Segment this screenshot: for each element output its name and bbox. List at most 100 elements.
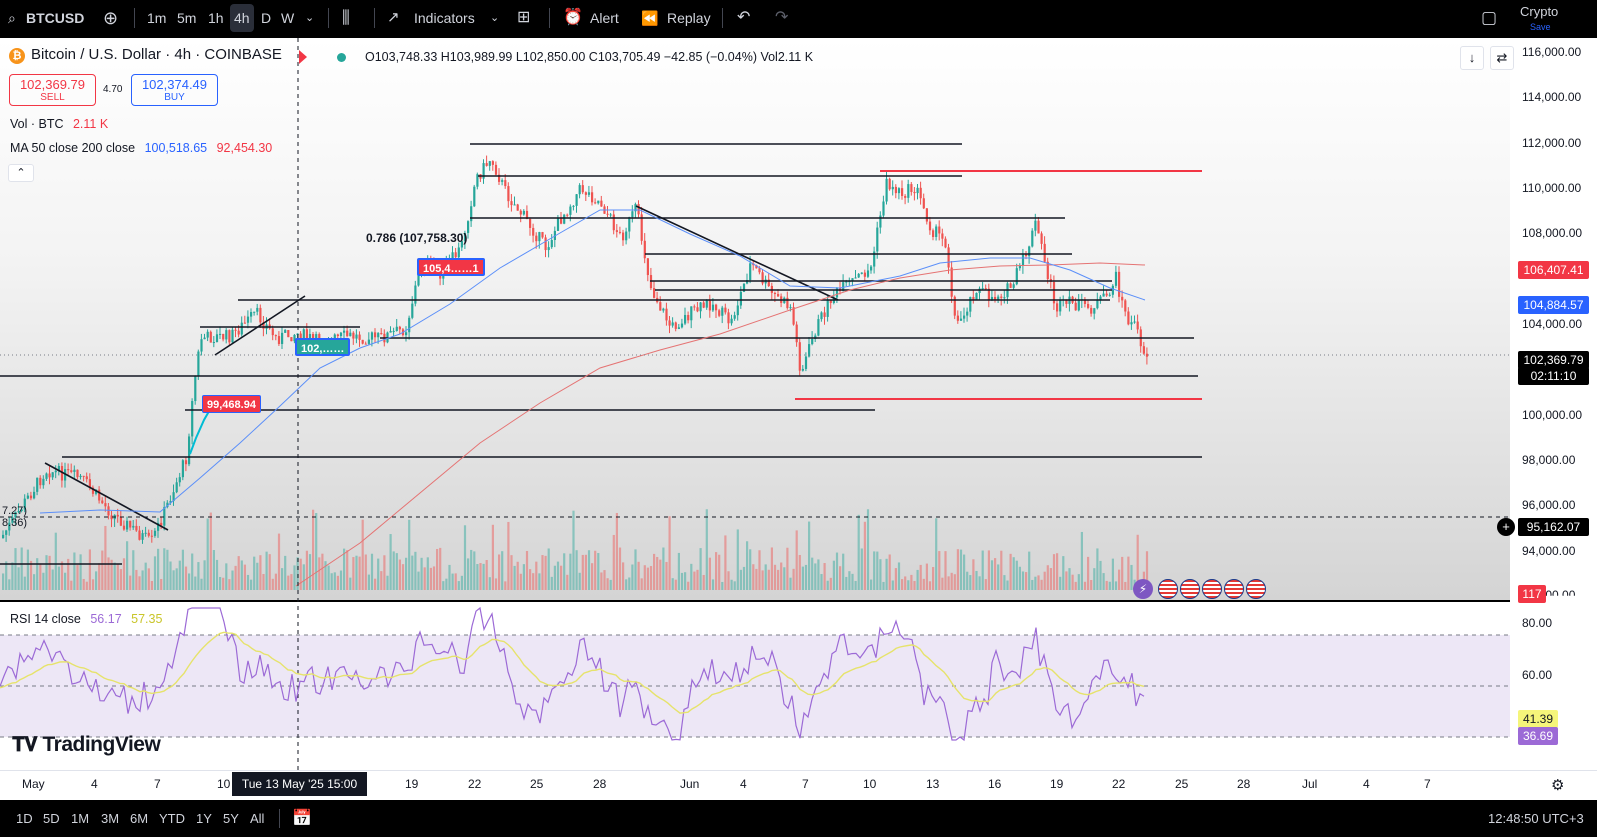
search-icon[interactable]: ⌕ (8, 0, 16, 36)
volume-legend[interactable]: Vol · BTC 2.11 K (10, 117, 108, 131)
candle-body (718, 310, 721, 316)
us-flag-event-icon[interactable] (1202, 579, 1222, 599)
volume-bar (209, 512, 212, 590)
collapse-legend-icon[interactable]: ⌃ (8, 164, 34, 182)
volume-bar (928, 581, 932, 590)
candle-body (29, 495, 33, 499)
time-axis-label: 4 (740, 777, 747, 791)
us-flag-event-icon[interactable] (1158, 579, 1178, 599)
timeframe-w[interactable]: W (281, 0, 294, 36)
compare-symbol-icon[interactable]: ⊕ (103, 0, 118, 36)
volume-bar (138, 576, 141, 590)
rsi-legend[interactable]: RSI 14 close 56.17 57.35 (10, 612, 162, 626)
volume-bar (2, 573, 5, 590)
price-axis-label: 116,000.00 (1522, 45, 1582, 59)
timeframe-1m[interactable]: 1m (147, 0, 166, 36)
candle-body (922, 198, 925, 209)
replay-button[interactable]: Replay (667, 0, 711, 36)
cut-off-label-2: 8.36) (2, 517, 28, 529)
volume-bar (333, 572, 336, 590)
volume-bar (305, 550, 308, 590)
price-label-105[interactable]: 105,4……1 (417, 258, 485, 276)
replay-icon[interactable]: ⏪ (641, 0, 658, 36)
volume-bar (178, 560, 181, 590)
fullscreen-icon[interactable]: ▢ (1481, 0, 1497, 36)
candle-body (594, 202, 597, 204)
fib-label[interactable]: 0.786 (107,758.30) (366, 231, 467, 245)
volume-bar (594, 550, 597, 590)
indicators-icon[interactable]: ↗ (387, 0, 400, 36)
us-flag-event-icon[interactable] (1224, 579, 1244, 599)
candle-body (287, 330, 290, 338)
tradingview-logo[interactable]: 𝐓𝐕 TradingView (12, 733, 161, 757)
indicators-button[interactable]: Indicators (414, 0, 475, 36)
settings-gear-icon[interactable]: ⚙ (1551, 776, 1564, 794)
volume-bar (1118, 569, 1121, 590)
alert-button[interactable]: Alert (590, 0, 619, 36)
volume-bar (938, 551, 941, 590)
lightning-event-icon[interactable]: ⚡ (1133, 579, 1153, 599)
volume-bar (702, 574, 705, 590)
volume-bar (203, 560, 206, 590)
range-all[interactable]: All (250, 800, 264, 837)
timeframe-1h[interactable]: 1h (208, 0, 224, 36)
volume-bar (1102, 573, 1105, 590)
undo-icon[interactable]: ↶ (737, 0, 750, 36)
volume-bar (448, 564, 451, 590)
alarm-clock-icon[interactable]: ⏰ (563, 0, 583, 36)
candle-body (364, 343, 367, 345)
range-ytd[interactable]: YTD (159, 800, 185, 837)
timeframe-4h[interactable]: 4h (230, 4, 254, 32)
symbol-search-button[interactable]: BTCUSD (26, 0, 84, 36)
chevron-down-icon[interactable]: ⌄ (490, 0, 499, 36)
refresh-icon[interactable]: ⇄ (1490, 46, 1514, 70)
range-6m[interactable]: 6M (130, 800, 148, 837)
flag-icon[interactable] (299, 50, 307, 64)
volume-bar (64, 572, 67, 590)
volume-bar (498, 554, 501, 590)
volume-bar (132, 550, 135, 590)
redo-icon[interactable]: ↷ (775, 0, 788, 36)
range-3m[interactable]: 3M (101, 800, 119, 837)
volume-bar (370, 553, 374, 590)
volume-bar (191, 553, 194, 590)
volume-bar (129, 575, 132, 590)
volume-bar (904, 576, 907, 590)
price-label-102[interactable]: 102,…… (295, 338, 351, 356)
candle-body (916, 187, 919, 194)
range-1m[interactable]: 1M (71, 800, 89, 837)
trend-line[interactable] (635, 205, 839, 301)
volume-bar (618, 547, 622, 590)
candle-body (950, 267, 953, 297)
volume-bar (76, 564, 79, 590)
sell-button[interactable]: 102,369.79 SELL (9, 74, 96, 106)
trend-line[interactable] (44, 462, 169, 531)
range-5y[interactable]: 5Y (223, 800, 239, 837)
volume-bar (950, 572, 953, 590)
price-label-99468[interactable]: 99,468.94 (202, 395, 261, 413)
volume-bar (711, 579, 715, 590)
rsi-value: 56.17 (90, 612, 122, 626)
candle-body (609, 214, 612, 216)
symbol-title[interactable]: Bitcoin / U.S. Dollar · 4h · COINBASE (31, 46, 282, 63)
us-flag-event-icon[interactable] (1246, 579, 1266, 599)
clock-timezone[interactable]: 12:48:50 UTC+3 (1488, 800, 1584, 837)
add-alert-plus-icon[interactable]: + (1497, 518, 1515, 536)
range-5d[interactable]: 5D (43, 800, 60, 837)
layouts-grid-icon[interactable]: ⊞ (517, 0, 530, 36)
horizontal-lines (0, 143, 1202, 565)
range-1d[interactable]: 1D (16, 800, 33, 837)
timeframe-5m[interactable]: 5m (177, 0, 196, 36)
calendar-range-icon[interactable]: 📅 (292, 800, 312, 837)
ma-legend[interactable]: MA 50 close 200 close 100,518.65 92,454.… (10, 141, 272, 155)
range-1y[interactable]: 1Y (196, 800, 212, 837)
candle-body (178, 477, 181, 483)
candle-body (1059, 299, 1062, 312)
chevron-down-icon[interactable]: ⌄ (305, 0, 314, 36)
candles-icon[interactable]: ⫼ (342, 0, 350, 36)
timeframe-d[interactable]: D (261, 0, 271, 36)
us-flag-event-icon[interactable] (1180, 579, 1200, 599)
volume-bar (414, 551, 417, 590)
buy-button[interactable]: 102,374.49 BUY (131, 74, 218, 106)
arrow-down-icon[interactable]: ↓ (1460, 46, 1484, 70)
